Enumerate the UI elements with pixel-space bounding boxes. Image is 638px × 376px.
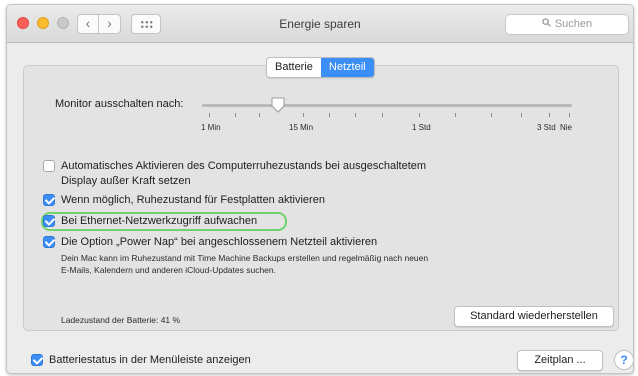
slider-tick [569,113,570,117]
menubar-battery-checkbox[interactable] [31,354,43,366]
preferences-window: ‹ › Energie sparen Suchen Batterie Netzt… [6,4,634,374]
slider-tick [521,113,522,117]
slider-tick [455,113,456,117]
tick-label-1std: 1 Std [412,123,431,132]
magnifier-icon [542,15,551,34]
disk-sleep-checkbox[interactable] [43,194,55,206]
tick-label-3std: 3 Std [537,123,556,132]
slider-knob[interactable] [271,97,285,113]
tick-label-1min: 1 Min [201,123,221,132]
tab-batterie[interactable]: Batterie [267,58,321,77]
description-text: E-Mails, Kalendern und anderen iCloud-Up… [61,265,276,275]
search-placeholder: Suchen [554,18,593,30]
slider-tick [303,113,304,117]
option-label: Bei Ethernet-Netzwerkzugriff aufwachen [61,215,258,227]
tab-netzteil[interactable]: Netzteil [320,58,374,77]
wake-on-ethernet-checkbox[interactable] [43,215,55,227]
slider-tick [259,113,260,117]
option-label: Automatisches Aktivieren des Computerruh… [61,160,427,172]
monitor-off-slider[interactable] [202,104,572,107]
power-nap-description: Dein Mac kann im Ruhezustand mit Time Ma… [61,252,511,276]
option-wake-on-ethernet[interactable]: Bei Ethernet-Netzwerkzugriff aufwachen [43,214,257,229]
option-power-nap[interactable]: Die Option „Power Nap“ bei angeschlossen… [43,235,377,250]
title-bar: ‹ › Energie sparen Suchen [7,5,633,43]
option-label: Batteriestatus in der Menüleiste anzeige… [49,354,251,366]
slider-tick [419,113,420,117]
help-icon[interactable]: ? [614,350,633,370]
slider-tick [235,113,236,117]
slider-tick [329,113,330,117]
option-disk-sleep[interactable]: Wenn möglich, Ruhezustand für Festplatte… [43,193,325,208]
prevent-sleep-checkbox[interactable] [43,160,55,172]
option-label: Die Option „Power Nap“ bei angeschlossen… [61,236,378,248]
option-menubar-battery[interactable]: Batteriestatus in der Menüleiste anzeige… [31,353,251,368]
option-label: Wenn möglich, Ruhezustand für Festplatte… [61,194,325,206]
slider-tick [549,113,550,117]
slider-tick [355,113,356,117]
power-source-tabs: Batterie Netzteil [266,57,375,78]
description-text: Dein Mac kann im Ruhezustand mit Time Ma… [61,253,429,263]
restore-defaults-button[interactable]: Standard wiederherstellen [454,306,614,327]
slider-tick [209,113,210,117]
tick-label-15min: 15 Min [289,123,314,132]
slider-tick [382,113,383,117]
option-prevent-sleep[interactable]: Automatisches Aktivieren des Computerruh… [43,159,426,189]
monitor-off-label: Monitor ausschalten nach: [55,98,184,110]
slider-tick [491,113,492,117]
battery-level-text: Ladezustand der Batterie: 41 % [61,315,181,325]
schedule-button[interactable]: Zeitplan ... [517,350,603,371]
tick-label-nie: Nie [560,123,573,132]
option-label: Display außer Kraft setzen [61,175,191,187]
power-nap-checkbox[interactable] [43,236,55,248]
search-field[interactable]: Suchen [505,14,629,35]
